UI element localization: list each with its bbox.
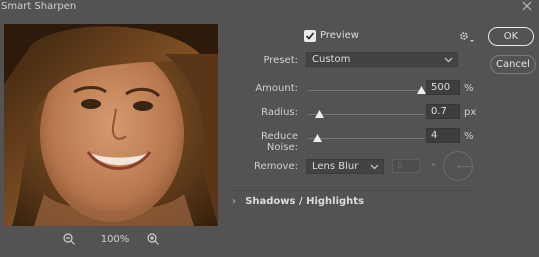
amount-slider-track[interactable] xyxy=(308,90,424,91)
dialog-title: Smart Sharpen xyxy=(1,1,77,12)
preset-label: Preset: xyxy=(263,55,298,66)
radius-slider-track[interactable] xyxy=(308,114,424,115)
radius-unit: px xyxy=(464,107,477,118)
reduce-noise-input[interactable]: 4 xyxy=(426,128,460,143)
angle-dial-center xyxy=(457,165,460,168)
preset-value: Custom xyxy=(312,54,351,65)
chevron-down-icon xyxy=(444,57,453,63)
reduce-noise-slider-thumb[interactable] xyxy=(312,134,322,142)
title-bar: Smart Sharpen xyxy=(0,0,539,14)
checkmark-icon xyxy=(305,32,315,40)
amount-slider-thumb[interactable] xyxy=(416,86,426,94)
reduce-noise-slider-track[interactable] xyxy=(308,138,424,139)
amount-unit: % xyxy=(464,83,474,94)
zoom-level: 100% xyxy=(100,234,130,245)
amount-input[interactable]: 500 xyxy=(426,80,460,95)
radius-label: Radius: xyxy=(261,107,298,118)
portrait-image xyxy=(4,24,218,226)
close-icon[interactable] xyxy=(521,0,533,12)
section-divider xyxy=(232,190,476,191)
shadows-highlights-label: Shadows / Highlights xyxy=(245,196,365,207)
remove-label: Remove: xyxy=(254,161,298,172)
angle-dial[interactable] xyxy=(443,151,473,181)
image-preview[interactable] xyxy=(4,24,218,226)
amount-label: Amount: xyxy=(255,83,298,94)
preview-label: Preview xyxy=(320,30,359,41)
zoom-out-icon[interactable] xyxy=(62,232,76,246)
remove-dropdown[interactable]: Lens Blur xyxy=(306,159,384,174)
chevron-down-icon xyxy=(370,164,379,170)
reduce-noise-label: Reduce Noise: xyxy=(261,131,298,153)
zoom-in-icon[interactable] xyxy=(146,232,160,246)
chevron-right-icon: › xyxy=(232,196,236,207)
preview-checkbox[interactable] xyxy=(304,30,316,42)
gear-icon[interactable] xyxy=(459,31,475,43)
angle-dial-needle xyxy=(459,166,472,167)
zoom-controls: 100% xyxy=(60,232,170,248)
shadows-highlights-toggle[interactable]: › Shadows / Highlights xyxy=(232,196,364,207)
ok-button[interactable]: OK xyxy=(488,27,534,46)
degree-symbol: ° xyxy=(432,163,435,166)
radius-slider-thumb[interactable] xyxy=(314,110,324,118)
angle-input[interactable]: 0 xyxy=(392,159,420,173)
cancel-button[interactable]: Cancel xyxy=(490,55,536,74)
remove-value: Lens Blur xyxy=(312,161,359,172)
radius-input[interactable]: 0.7 xyxy=(426,104,460,119)
preset-dropdown[interactable]: Custom xyxy=(306,52,458,67)
reduce-noise-unit: % xyxy=(464,131,474,142)
